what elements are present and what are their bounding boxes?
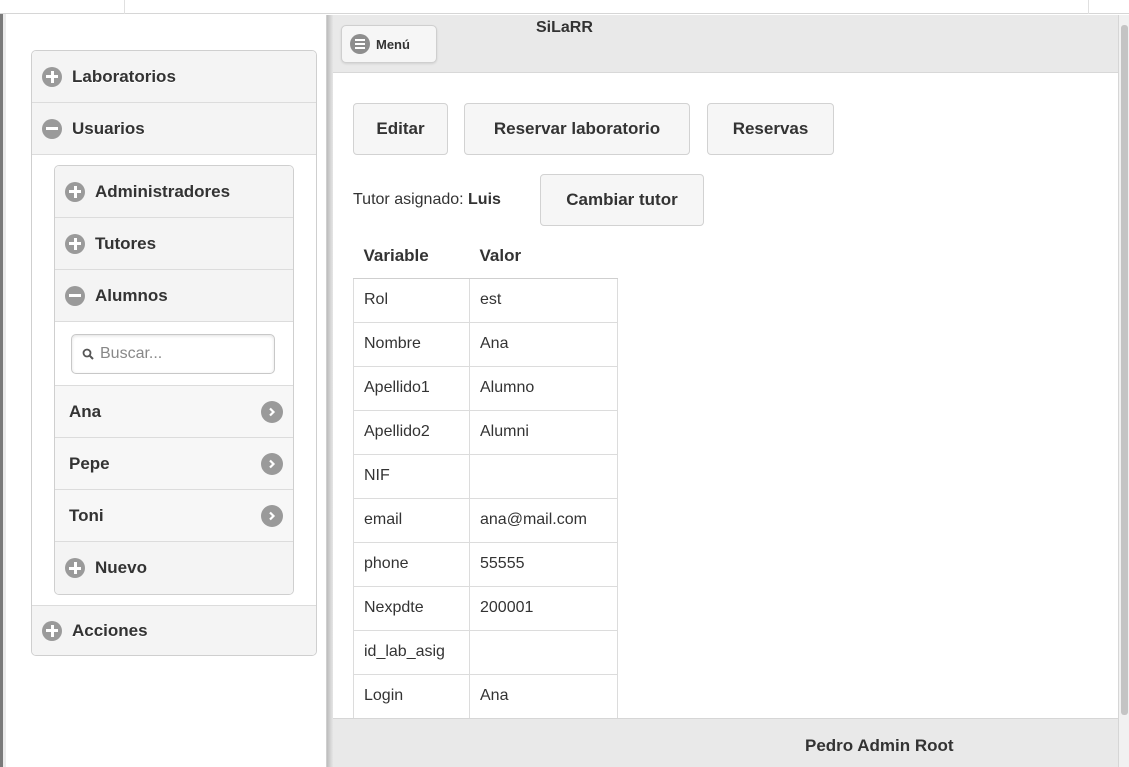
reservar-laboratorio-button[interactable]: Reservar laboratorio <box>464 103 690 155</box>
footer-user: Pedro Admin Root <box>805 736 954 755</box>
chevron-right-icon <box>261 400 283 423</box>
sidebar-item-label: Tutores <box>95 233 157 253</box>
scrollbar[interactable] <box>1118 15 1129 767</box>
list-item[interactable]: Ana <box>55 386 293 438</box>
plus-icon <box>42 66 62 87</box>
plus-icon <box>65 558 85 578</box>
variable-cell: email <box>353 497 470 543</box>
value-cell: est <box>469 277 618 323</box>
menu-label: Menú <box>376 36 410 52</box>
list-item[interactable]: Toni <box>55 490 293 542</box>
variable-cell: NIF <box>353 453 470 499</box>
table-row: Login Ana <box>353 673 618 719</box>
chevron-right-icon <box>261 504 283 527</box>
edge-tick <box>1088 0 1089 14</box>
value-cell: Ana <box>469 673 618 719</box>
value-cell: Ana <box>469 321 618 367</box>
sidebar-item-alumnos[interactable]: Alumnos <box>55 270 293 322</box>
sidebar-collapsible-set: Laboratorios Usuarios Administradores Tu… <box>31 50 317 656</box>
tutor-assigned: Tutor asignado: Luis <box>353 191 501 209</box>
table-row: Apellido2 Alumni <box>353 409 618 455</box>
menu-button[interactable]: Menú <box>341 25 437 63</box>
menu-icon <box>350 34 370 54</box>
variable-cell: phone <box>353 541 470 587</box>
sidebar-item-laboratorios[interactable]: Laboratorios <box>32 51 316 103</box>
browser-top-edge <box>0 0 1129 14</box>
sidebar-item-label: Administradores <box>95 181 231 201</box>
table-row: phone 55555 <box>353 541 618 587</box>
minus-icon <box>65 285 85 306</box>
table-header-row: Variable Valor <box>353 234 618 279</box>
table-row: Apellido1 Alumno <box>353 365 618 411</box>
table-row: id_lab_asig <box>353 629 618 675</box>
sidebar-item-usuarios[interactable]: Usuarios <box>32 103 316 155</box>
usuarios-content: Administradores Tutores Alumnos Buscar..… <box>32 155 316 606</box>
value-cell <box>469 453 618 499</box>
student-name: Toni <box>69 505 104 525</box>
table-row: Rol est <box>353 277 618 323</box>
sidebar-item-label: Acciones <box>72 620 148 640</box>
plus-icon <box>65 181 85 202</box>
variable-cell: Rol <box>353 277 470 323</box>
variable-cell: Apellido2 <box>353 409 470 455</box>
search-field[interactable] <box>71 333 275 374</box>
plus-icon <box>42 620 62 641</box>
plus-icon <box>65 233 85 254</box>
tutor-name: Luis <box>468 191 501 208</box>
scrollbar-thumb[interactable] <box>1121 25 1128 715</box>
page-title: SiLaRR <box>536 19 593 36</box>
user-data-table: Variable Valor Rol est Nombre Ana Apellido… <box>353 234 618 719</box>
sidebar-item-tutores[interactable]: Tutores <box>55 218 293 270</box>
sidebar-item-label: Nuevo <box>95 558 147 577</box>
sidebar-item-label: Laboratorios <box>72 66 176 86</box>
value-cell: 55555 <box>469 541 618 587</box>
variable-cell: Login <box>353 673 470 719</box>
value-cell: 200001 <box>469 585 618 631</box>
sidebar-item-nuevo[interactable]: Nuevo <box>55 542 293 594</box>
edge-tick <box>124 0 125 14</box>
editar-button[interactable]: Editar <box>353 103 448 155</box>
value-cell: ana@mail.com <box>469 497 618 543</box>
table-row: Nombre Ana <box>353 321 618 367</box>
table-row: NIF <box>353 453 618 499</box>
value-cell: Alumni <box>469 409 618 455</box>
table-row: Nexpdte 200001 <box>353 585 618 631</box>
variable-cell: Nexpdte <box>353 585 470 631</box>
cambiar-tutor-button[interactable]: Cambiar tutor <box>540 174 704 226</box>
usuarios-collapsible-set: Administradores Tutores Alumnos Buscar..… <box>54 165 294 595</box>
sidebar-item-label: Usuarios <box>72 118 145 138</box>
search-input[interactable] <box>100 344 260 363</box>
value-cell <box>469 629 618 675</box>
search-area <box>55 322 293 386</box>
minus-icon <box>42 118 62 139</box>
page-header: Menú <box>333 15 1118 73</box>
list-item[interactable]: Pepe <box>55 438 293 490</box>
sidebar-item-administradores[interactable]: Administradores <box>55 166 293 218</box>
chevron-right-icon <box>261 452 283 475</box>
value-cell: Alumno <box>469 365 618 411</box>
table-row: email ana@mail.com <box>353 497 618 543</box>
tutor-label: Tutor asignado: <box>353 191 469 208</box>
search-icon <box>82 348 94 360</box>
variable-cell: Apellido1 <box>353 365 470 411</box>
variable-cell: id_lab_asig <box>353 629 470 675</box>
column-header-valor: Valor <box>469 234 618 279</box>
variable-cell: Nombre <box>353 321 470 367</box>
sidebar-item-label: Alumnos <box>95 285 168 305</box>
student-name: Ana <box>69 401 102 421</box>
reservas-button[interactable]: Reservas <box>707 103 834 155</box>
page-footer: Pedro Admin Root <box>333 718 1118 767</box>
panel-shadow <box>327 15 333 767</box>
student-name: Pepe <box>69 453 110 473</box>
column-header-variable: Variable <box>353 234 470 279</box>
sidebar-item-acciones[interactable]: Acciones <box>32 606 316 655</box>
